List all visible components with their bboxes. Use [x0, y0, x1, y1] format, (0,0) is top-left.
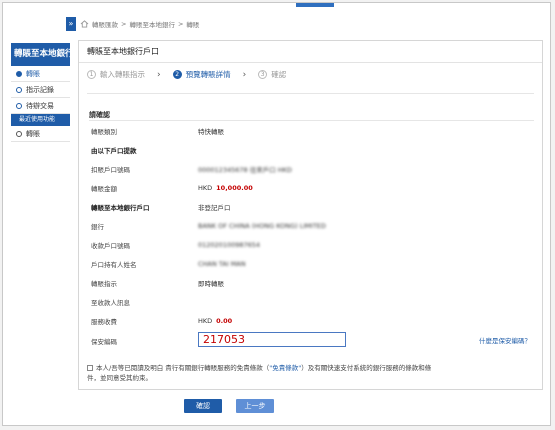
field-label: 扣賬戶口號碼 — [91, 166, 130, 174]
divider — [89, 120, 534, 121]
sidebar-item-label: 指示記錄 — [26, 85, 54, 94]
field-label: 收款戶口號碼 — [91, 242, 130, 250]
disclaimer-link[interactable]: "免責條款" — [269, 364, 301, 372]
field-value: HKD 0.00 — [198, 317, 232, 325]
breadcrumb-item-transfer-remit[interactable]: 轉賬匯款 — [92, 19, 118, 29]
sidebar-item-label: 轉賬 — [26, 69, 40, 78]
top-accent-bar — [296, 3, 334, 7]
field-label: 戶口持有人姓名 — [91, 261, 137, 269]
field-label: 轉賬金額 — [91, 185, 117, 193]
confirm-heading: 請確認 — [89, 111, 110, 119]
field-value: 即時轉賬 — [198, 280, 224, 288]
step-number: 2 — [172, 70, 182, 79]
security-code-input[interactable]: 217053 — [198, 332, 346, 347]
terms-text: 件，並同意受其約束。 — [87, 374, 152, 382]
transfer-panel: 轉賬至本地銀行戶口 1 輸入轉賬指示 › 2 預覽轉賬詳情 › 3 確認 請確認… — [78, 40, 543, 390]
divider — [87, 93, 534, 94]
field-value-masked: BANK OF CHINA (HONG KONG) LIMITED — [198, 222, 326, 230]
currency-code: HKD — [198, 317, 213, 325]
sidebar-title: 轉賬至本地銀行 — [11, 43, 70, 66]
sidebar-item-records[interactable]: 指示記錄 — [11, 82, 70, 98]
field-label: 保安編碼 — [91, 338, 117, 346]
terms-checkbox[interactable] — [87, 365, 93, 371]
sidebar: 轉賬至本地銀行 轉賬 指示記錄 待辦交易 最近使用功能 轉賬 — [11, 43, 70, 166]
step-1: 1 輸入轉賬指示 — [87, 69, 145, 80]
field-value-masked: 000012345678 往來戶口 HKD — [198, 166, 292, 174]
terms-text: 本人/吾等已閱讀及明白 貴行有關銀行轉賬服務的免責條款（ — [96, 364, 270, 372]
radio-dot-icon — [16, 86, 22, 93]
breadcrumb-separator: > — [121, 20, 127, 28]
step-number: 1 — [87, 70, 96, 79]
field-value: 非登記戶口 — [198, 204, 231, 212]
field-label: 服務收費 — [91, 318, 117, 326]
chevron-right-icon: › — [242, 69, 247, 80]
panel-title: 轉賬至本地銀行戶口 — [79, 41, 542, 63]
field-label: 轉賬類別 — [91, 128, 117, 136]
step-3: 3 確認 — [258, 69, 286, 80]
field-value: HKD 10,000.00 — [198, 184, 253, 192]
collapse-sidebar-button[interactable]: » — [66, 17, 76, 31]
step-label: 確認 — [271, 70, 287, 79]
section-heading: 由以下戶口提款 — [91, 147, 137, 155]
sidebar-item-transfer[interactable]: 轉賬 — [11, 66, 70, 82]
currency-code: HKD — [198, 184, 213, 192]
fee-value: 0.00 — [216, 317, 233, 325]
app-window: » 轉賬匯款 > 轉賬至本地銀行 > 轉賬 轉賬至本地銀行 轉賬 指示記錄 待辦… — [2, 2, 551, 426]
sidebar-item-label: 待辦交易 — [26, 101, 54, 110]
amount-value: 10,000.00 — [216, 184, 253, 192]
field-label: 轉賬指示 — [91, 280, 117, 288]
sidebar-item-pending[interactable]: 待辦交易 — [11, 98, 70, 114]
chevron-right-icon: › — [157, 69, 161, 80]
field-value-masked: 012020100987654 — [198, 241, 261, 249]
step-number: 3 — [258, 70, 268, 79]
section-heading: 轉賬至本地銀行戶口 — [91, 204, 150, 212]
step-label: 預覽轉賬詳情 — [185, 70, 231, 79]
sidebar-item-label: 轉賬 — [26, 129, 40, 138]
clock-icon — [16, 130, 22, 137]
back-button[interactable]: 上一步 — [236, 399, 274, 413]
radio-dot-icon — [16, 70, 22, 77]
field-label: 至收款人訊息 — [91, 299, 130, 307]
terms-text: ）及有關快速支付系統的銀行服務的條款和條 — [301, 364, 432, 372]
field-value-masked: CHAN TAI MAN — [198, 260, 246, 268]
step-label: 輸入轉賬指示 — [100, 70, 145, 79]
sidebar-recent-header: 最近使用功能 — [11, 114, 70, 126]
radio-dot-icon — [16, 102, 22, 109]
security-code-help-link[interactable]: 什麼是保安編碼？ — [479, 335, 531, 345]
sidebar-recent-transfer[interactable]: 轉賬 — [11, 126, 70, 142]
field-label: 銀行 — [91, 223, 104, 231]
breadcrumb-item-transfer: 轉賬 — [186, 21, 200, 29]
step-2: 2 預覽轉賬詳情 — [172, 69, 231, 80]
terms-agreement: 本人/吾等已閱讀及明白 貴行有關銀行轉賬服務的免責條款（"免責條款"）及有關快速… — [87, 363, 537, 383]
confirm-button[interactable]: 確認 — [184, 399, 222, 413]
breadcrumb: 轉賬匯款 > 轉賬至本地銀行 > 轉賬 — [80, 19, 199, 29]
breadcrumb-separator: > — [177, 20, 184, 28]
home-icon[interactable] — [80, 20, 89, 28]
breadcrumb-item-local-bank[interactable]: 轉賬至本地銀行 — [129, 19, 175, 29]
field-value: 特快轉賬 — [198, 128, 224, 136]
step-indicator: 1 輸入轉賬指示 › 2 預覽轉賬詳情 › 3 確認 — [87, 69, 286, 80]
